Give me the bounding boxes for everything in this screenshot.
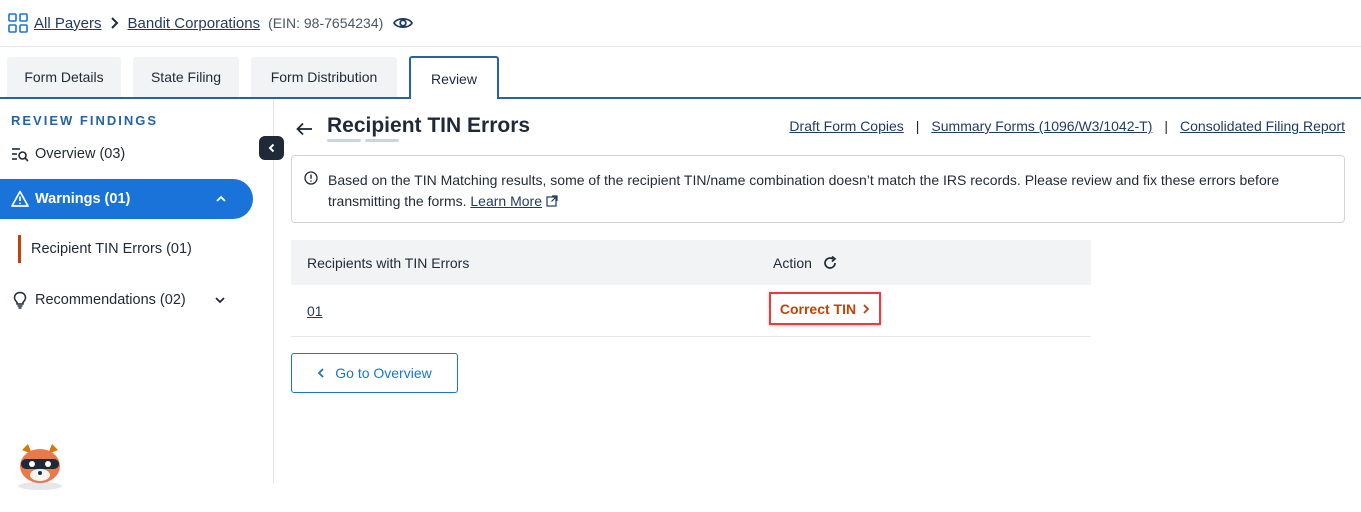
- sidebar-item-recipient-tin-errors[interactable]: Recipient TIN Errors (01): [18, 235, 192, 263]
- sidebar-item-label: Warnings (01): [35, 191, 131, 207]
- chevron-right-icon: [863, 303, 870, 314]
- company-link[interactable]: Bandit Corporations: [128, 15, 261, 32]
- overview-search-icon: [12, 148, 29, 162]
- ein-label: (EIN: 98-7654234): [268, 15, 384, 31]
- tin-errors-table: Recipients with TIN Errors Action 01 Cor…: [291, 240, 1091, 337]
- refresh-icon[interactable]: [822, 255, 838, 271]
- external-link-icon[interactable]: [546, 195, 558, 207]
- column-header-recipients: Recipients with TIN Errors: [307, 255, 470, 271]
- summary-forms-link[interactable]: Summary Forms (1096/W3/1042-T): [931, 118, 1152, 134]
- sidebar-item-label: Recommendations (02): [35, 292, 186, 308]
- sidebar-item-warnings[interactable]: Warnings (01): [0, 179, 253, 219]
- sidebar-heading: REVIEW FINDINGS: [11, 113, 159, 128]
- tab-form-distribution[interactable]: Form Distribution: [251, 57, 397, 97]
- sidebar-item-recommendations[interactable]: Recommendations (02): [11, 291, 226, 309]
- all-payers-link[interactable]: All Payers: [34, 15, 102, 32]
- grid-icon[interactable]: [8, 13, 28, 33]
- table-header: Recipients with TIN Errors Action: [291, 240, 1091, 285]
- tab-bar: Form Details State Filing Form Distribut…: [0, 56, 1361, 99]
- draft-form-copies-link[interactable]: Draft Form Copies: [789, 118, 903, 134]
- collapse-left-icon: [268, 143, 274, 153]
- correct-tin-button[interactable]: Correct TIN: [769, 292, 881, 325]
- review-sidebar: REVIEW FINDINGS Overview (03) Warnings (…: [0, 99, 274, 484]
- chevron-right-icon: [110, 17, 118, 29]
- chevron-up-icon[interactable]: [215, 193, 227, 205]
- tab-form-details[interactable]: Form Details: [7, 57, 121, 97]
- chevron-down-icon[interactable]: [214, 294, 226, 306]
- report-links: Draft Form Copies | Summary Forms (1096/…: [789, 118, 1345, 134]
- learn-more-link[interactable]: Learn More: [470, 193, 542, 209]
- column-header-action: Action: [773, 255, 838, 271]
- warning-icon: [11, 190, 29, 207]
- table-row: 01 Correct TIN: [291, 285, 1091, 337]
- go-to-overview-button[interactable]: Go to Overview: [291, 353, 458, 393]
- recipient-id-link[interactable]: 01: [307, 303, 323, 319]
- mascot-raccoon[interactable]: [12, 440, 68, 492]
- back-arrow-icon[interactable]: [296, 122, 314, 136]
- sidebar-item-overview[interactable]: Overview (03): [11, 145, 125, 163]
- page-title: Recipient TIN Errors: [327, 114, 531, 137]
- eye-icon[interactable]: [393, 16, 414, 30]
- title-underline: [327, 139, 399, 142]
- info-icon: [304, 171, 318, 185]
- tab-review[interactable]: Review: [409, 56, 499, 99]
- tab-state-filing[interactable]: State Filing: [133, 57, 239, 97]
- breadcrumb: All Payers Bandit Corporations (EIN: 98-…: [0, 0, 1361, 47]
- sidebar-item-label: Overview (03): [35, 146, 126, 162]
- lightbulb-icon: [13, 291, 27, 309]
- collapse-sidebar-button[interactable]: [259, 136, 284, 160]
- tin-info-alert: Based on the TIN Matching results, some …: [291, 155, 1345, 223]
- chevron-left-icon: [317, 368, 324, 378]
- consolidated-filing-report-link[interactable]: Consolidated Filing Report: [1180, 118, 1345, 134]
